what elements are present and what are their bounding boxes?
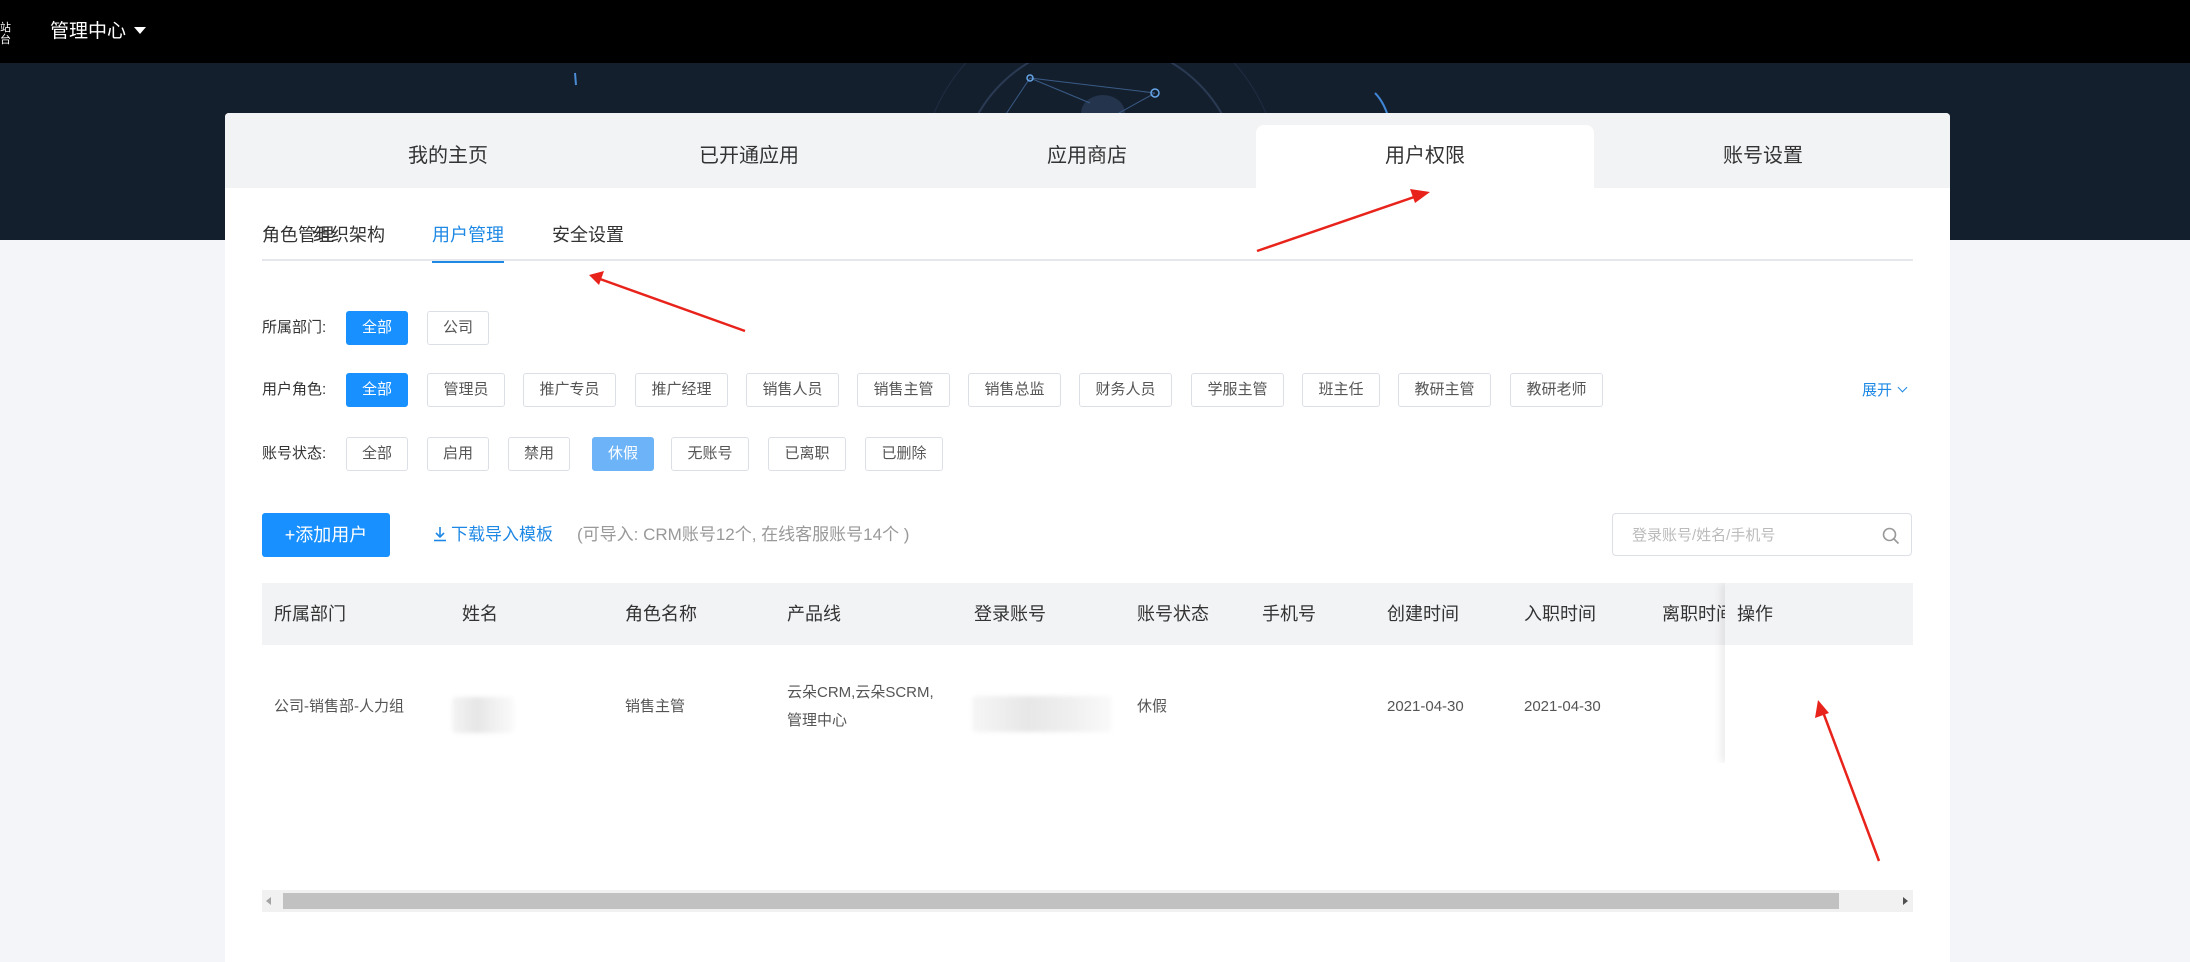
role-option-research-supervisor[interactable]: 教研主管 [1398, 373, 1491, 407]
role-option-all[interactable]: 全部 [346, 373, 408, 407]
cell-hired: 2021-04-30 [1524, 698, 1601, 715]
main-tab-bar: 我的主页 已开通应用 应用商店 用户权限 账号设置 [225, 113, 1950, 188]
status-option-all[interactable]: 全部 [346, 437, 408, 471]
top-bar: 站台 管理中心 [0, 0, 2190, 63]
table-row: 公司-销售部-人力组 销售主管 云朵CRM,云朵SCRM, 管理中心 休假 20… [262, 645, 1913, 763]
cell-department: 公司-销售部-人力组 [274, 698, 404, 715]
role-filter-label: 用户角色: [262, 381, 327, 398]
status-option-disabled[interactable]: 禁用 [508, 437, 570, 471]
search-input[interactable] [1632, 524, 1872, 546]
cell-status: 休假 [1137, 698, 1168, 715]
scrollbar-thumb[interactable] [283, 893, 1839, 909]
col-department: 所属部门 [274, 604, 346, 624]
tab-account-settings[interactable]: 账号设置 [1594, 125, 1932, 188]
subtab-org-structure-label: 组织架构 [313, 225, 385, 245]
management-center-menu[interactable]: 管理中心 [50, 18, 147, 46]
chevron-down-icon [1897, 382, 1908, 393]
cell-product-line-2: 管理中心 [787, 712, 848, 729]
cell-login-account-redacted [972, 696, 1112, 732]
status-option-no-account[interactable]: 无账号 [671, 437, 749, 471]
add-user-button[interactable]: +添加用户 [262, 513, 390, 557]
subtab-security-settings[interactable]: 安全设置 [552, 221, 624, 261]
col-product-line: 产品线 [787, 604, 841, 624]
col-name: 姓名 [462, 604, 498, 624]
tab-user-permissions[interactable]: 用户权限 [1256, 125, 1594, 188]
status-filter-label: 账号状态: [262, 445, 327, 462]
col-left-time: 离职时间 [1662, 604, 1734, 624]
col-created-time: 创建时间 [1387, 604, 1459, 624]
role-option-sales-staff[interactable]: 销售人员 [746, 373, 839, 407]
status-option-deleted[interactable]: 已删除 [865, 437, 943, 471]
cell-created: 2021-04-30 [1387, 698, 1464, 715]
caret-down-icon [134, 27, 147, 34]
expand-roles-button[interactable]: 展开 [1862, 381, 1908, 401]
department-option-company[interactable]: 公司 [427, 311, 489, 345]
status-option-resigned[interactable]: 已离职 [768, 437, 846, 471]
table-header: 所属部门 姓名 角色名称 产品线 登录账号 账号状态 手机号 创建时间 入职时间… [262, 583, 1913, 645]
role-option-admin[interactable]: 管理员 [427, 373, 505, 407]
scroll-left-arrow-icon[interactable] [262, 890, 278, 912]
search-icon[interactable] [1881, 526, 1901, 546]
role-option-promotion-specialist[interactable]: 推广专员 [523, 373, 616, 407]
management-center-label: 管理中心 [50, 21, 127, 42]
department-filter-label: 所属部门: [262, 319, 327, 336]
department-option-all[interactable]: 全部 [346, 311, 408, 345]
status-option-enabled[interactable]: 启用 [427, 437, 489, 471]
operations-column: 操作 删除 启用 离职 编辑 [1725, 583, 1913, 763]
download-template-link[interactable]: 下载导入模板 [433, 524, 553, 546]
role-option-promotion-manager[interactable]: 推广经理 [635, 373, 728, 407]
col-role: 角色名称 [625, 604, 697, 624]
search-box [1612, 513, 1912, 556]
role-option-sales-supervisor[interactable]: 销售主管 [857, 373, 950, 407]
user-table: 所属部门 姓名 角色名称 产品线 登录账号 账号状态 手机号 创建时间 入职时间… [262, 583, 1913, 763]
role-option-finance-staff[interactable]: 财务人员 [1079, 373, 1172, 407]
import-quota-note: (可导入: CRM账号12个, 在线客服账号14个 ) [577, 525, 910, 544]
expand-label: 展开 [1862, 382, 1893, 399]
col-account-status: 账号状态 [1137, 604, 1209, 624]
col-login-account: 登录账号 [974, 604, 1046, 624]
col-phone: 手机号 [1262, 604, 1316, 624]
download-icon [434, 527, 446, 542]
cell-product-line-1: 云朵CRM,云朵SCRM, [787, 684, 934, 701]
tab-opened-apps[interactable]: 已开通应用 [580, 125, 918, 188]
cell-name-redacted [452, 697, 514, 733]
role-option-sales-director[interactable]: 销售总监 [968, 373, 1061, 407]
role-option-student-service-supervisor[interactable]: 学服主管 [1191, 373, 1284, 407]
sub-tab-bar: 角色管理 组织架构 用户管理 安全设置 [262, 221, 1913, 263]
col-operations-header: 操作 [1725, 583, 1913, 645]
scroll-right-arrow-icon[interactable] [1897, 890, 1913, 912]
table-horizontal-scrollbar[interactable] [262, 890, 1913, 912]
tab-my-home[interactable]: 我的主页 [279, 125, 617, 188]
role-option-research-teacher[interactable]: 教研老师 [1510, 373, 1603, 407]
status-option-on-leave[interactable]: 休假 [592, 437, 654, 471]
subtab-user-management[interactable]: 用户管理 [432, 221, 504, 263]
logo: 站台 [0, 22, 11, 46]
cell-role: 销售主管 [625, 698, 686, 715]
col-hired-time: 入职时间 [1524, 604, 1596, 624]
subtab-org-structure[interactable]: 组织架构 [313, 221, 385, 261]
main-panel: 我的主页 已开通应用 应用商店 用户权限 账号设置 角色管理 组织架构 用户管理… [225, 113, 1950, 962]
col-operations: 操作 [1737, 604, 1773, 624]
tab-app-store[interactable]: 应用商店 [918, 125, 1256, 188]
download-template-label: 下载导入模板 [451, 525, 553, 544]
role-option-head-teacher[interactable]: 班主任 [1302, 373, 1380, 407]
